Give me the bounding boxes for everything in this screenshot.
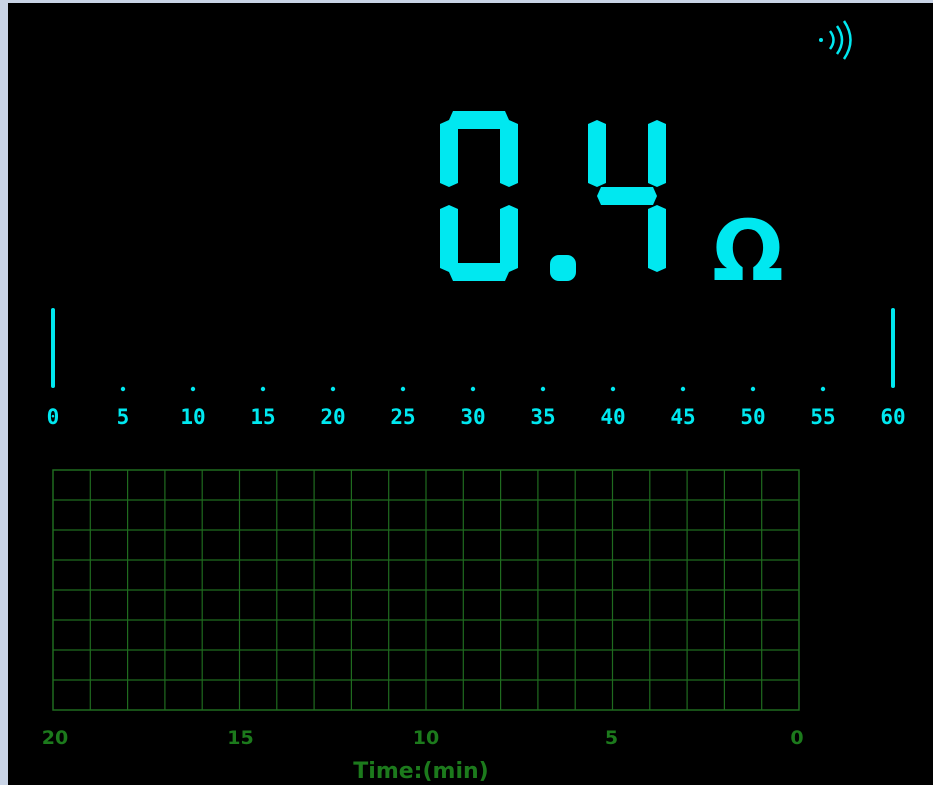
scale-tick	[400, 386, 406, 392]
scale-tick	[540, 386, 546, 392]
scale-tick	[260, 386, 266, 392]
scale-tick	[330, 386, 336, 392]
main-reading-digits	[440, 111, 666, 281]
scale-end-marker	[891, 308, 895, 388]
scale-label: 45	[670, 405, 695, 429]
continuity-beeper-icon	[819, 20, 852, 60]
scale-label: 40	[600, 405, 625, 429]
trend-x-label: 5	[605, 727, 618, 749]
scale-label: 0	[47, 405, 60, 429]
scale-tick	[680, 386, 686, 392]
meter-screen: Ω 0 5 10 15 20 25 30 35 40 45 50 55 60 20 15 10 5 0 Time…	[0, 0, 933, 785]
scale-tick	[750, 386, 756, 392]
scale-tick	[820, 386, 826, 392]
unit-symbol: Ω	[712, 202, 783, 300]
scale-label: 50	[740, 405, 765, 429]
trend-grid: 20 15 10 5 0	[42, 469, 804, 749]
scale-label: 60	[880, 405, 905, 429]
meter-display: Ω 0 5 10 15 20 25 30 35 40 45 50 55 60 20 15 10 5 0 Time…	[42, 20, 906, 784]
scale-tick	[120, 386, 126, 392]
trend-x-label: 20	[42, 727, 68, 749]
scale-label: 20	[320, 405, 345, 429]
decimal-point	[550, 255, 576, 281]
scale-tick	[190, 386, 196, 392]
bar-graph-scale: 0 5 10 15 20 25 30 35 40 45 50 55 60	[47, 308, 906, 429]
trend-x-label: 15	[227, 727, 253, 749]
scale-tick	[610, 386, 616, 392]
trend-axis-title: Time:(min)	[353, 759, 488, 784]
scale-label: 30	[460, 405, 485, 429]
scale-label: 55	[810, 405, 835, 429]
scale-label: 10	[180, 405, 205, 429]
scale-tick	[470, 386, 476, 392]
reading-digit-1	[588, 120, 666, 272]
scale-label: 25	[390, 405, 415, 429]
scale-label: 15	[250, 405, 275, 429]
trend-x-label: 10	[413, 727, 439, 749]
scale-start-marker	[51, 308, 55, 388]
trend-x-label: 0	[790, 727, 803, 749]
scale-label: 5	[117, 405, 130, 429]
reading-digit-0	[440, 111, 518, 281]
scale-label: 35	[530, 405, 555, 429]
